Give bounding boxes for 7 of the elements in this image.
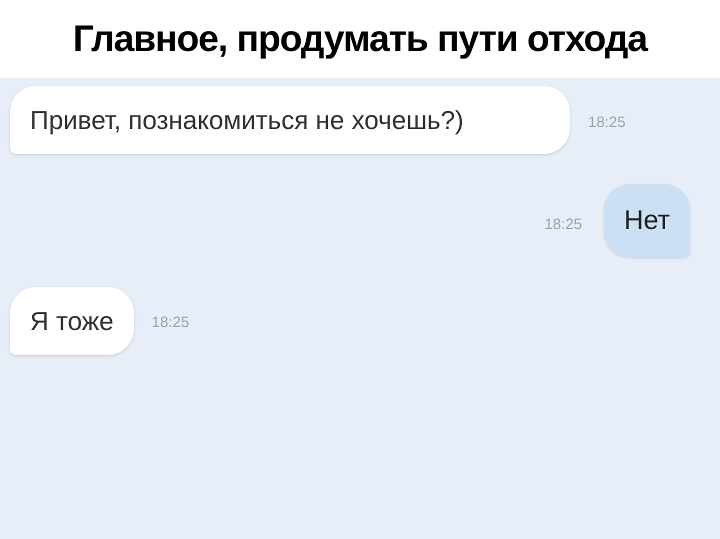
message-time: 18:25 <box>544 215 582 235</box>
message-time: 18:25 <box>588 112 626 132</box>
message-bubble: Привет, познакомиться не хочешь?) <box>10 86 570 154</box>
message-time: 18:25 <box>152 313 190 333</box>
message-bubble: Нет <box>604 184 690 256</box>
caption: Главное, продумать пути отхода <box>72 17 648 62</box>
message-bubble: Я тоже <box>10 286 134 354</box>
